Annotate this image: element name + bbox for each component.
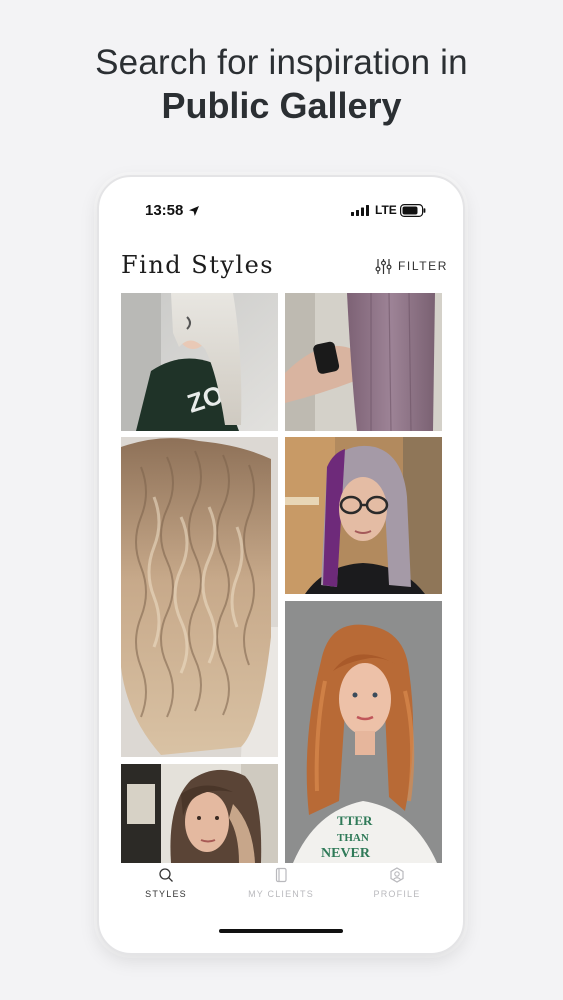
tab-my-clients[interactable]: MY CLIENTS	[231, 867, 331, 899]
svg-text:NEVER: NEVER	[321, 846, 371, 861]
status-bar: 13:58 LTE	[99, 201, 463, 223]
signal-icon	[351, 205, 369, 216]
tab-styles-label: STYLES	[145, 889, 187, 899]
battery-icon	[400, 204, 426, 217]
tab-profile-label: PROFILE	[373, 889, 421, 899]
svg-text:TTER: TTER	[337, 813, 373, 828]
promo-line-1: Search for inspiration in	[95, 43, 468, 82]
gallery-photo-platinum-blonde[interactable]: ZO	[121, 293, 278, 431]
page-title: Find Styles	[121, 251, 275, 279]
gallery-photo-copper-red-waves[interactable]: TTER THAN NEVER	[285, 601, 442, 863]
phone-side-button	[465, 430, 468, 488]
location-arrow-icon	[189, 206, 199, 216]
status-time: 13:58	[145, 202, 184, 219]
filter-button[interactable]: FILTER	[375, 257, 448, 275]
search-icon	[159, 868, 173, 882]
tab-styles[interactable]: STYLES	[116, 867, 216, 899]
promo-headline: Search for inspiration in Public Gallery	[0, 42, 563, 128]
phone-side-button	[465, 530, 468, 620]
gallery-photo-purple-silver-lob[interactable]	[285, 437, 442, 594]
profile-icon	[390, 867, 404, 883]
sliders-icon	[375, 258, 392, 274]
network-type: LTE	[375, 203, 397, 217]
gallery-photo-sandy-blonde-waves[interactable]	[121, 437, 278, 757]
phone-frame: 13:58 LTE Find Styles FILTER ZO TTER THA…	[97, 175, 465, 955]
home-indicator[interactable]	[219, 929, 343, 933]
tab-profile[interactable]: PROFILE	[347, 867, 447, 899]
tab-my-clients-label: MY CLIENTS	[248, 889, 314, 899]
promo-line-2: Public Gallery	[161, 85, 402, 126]
gallery-photo-brunette-balayage[interactable]	[121, 764, 278, 863]
filter-label: FILTER	[398, 259, 449, 273]
gallery-photo-lavender-hair[interactable]	[285, 293, 442, 431]
clients-icon	[275, 867, 287, 883]
svg-text:THAN: THAN	[337, 832, 369, 844]
tab-bar: STYLES MY CLIENTS PROFILE	[99, 867, 463, 907]
